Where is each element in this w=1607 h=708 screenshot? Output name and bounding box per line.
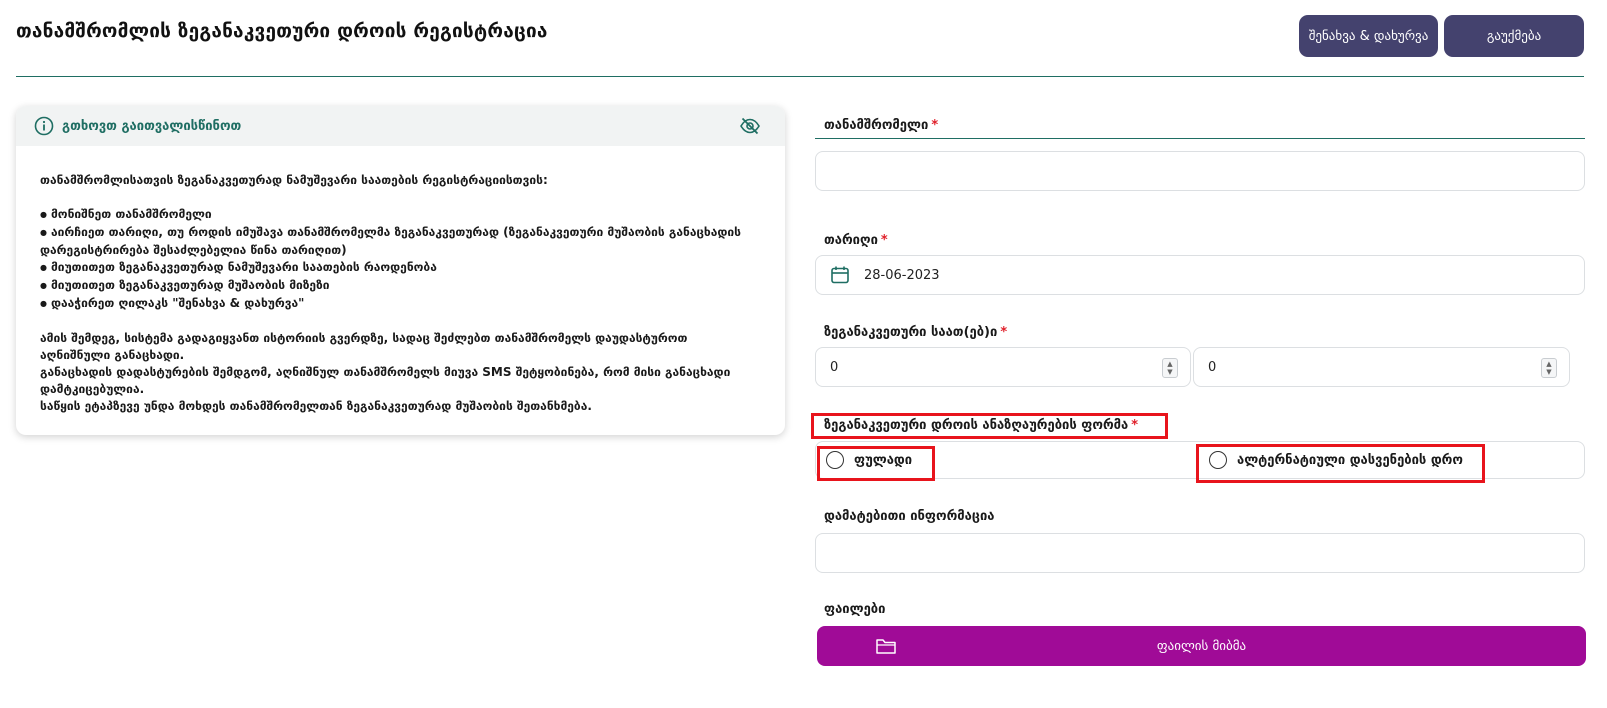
hours-label: ზეგანაკვეთური საათ(ებ)ი *: [824, 325, 1008, 340]
page-title: თანამშრომლის ზეგანაკვეთური დროის რეგისტრ…: [16, 20, 548, 42]
info-intro: თანამშრომლისათვის ზეგანაკვეთურად ნამუშევ…: [40, 173, 548, 187]
info-paragraph: ამის შემდეგ, სისტემა გადაგიყვანთ ისტორიი…: [40, 331, 688, 362]
required-mark: *: [1000, 325, 1008, 340]
minutes-input[interactable]: 0 ▲ ▼: [1193, 347, 1570, 387]
calendar-icon: [830, 265, 850, 285]
employee-select[interactable]: [815, 151, 1585, 191]
info-panel-body: თანამშრომლისათვის ზეგანაკვეთურად ნამუშევ…: [16, 146, 785, 415]
info-step: მონიშნეთ თანამშრომელი: [40, 206, 761, 224]
cancel-button[interactable]: გაუქმება: [1444, 15, 1584, 57]
info-step: აირჩიეთ თარიღი, თუ როდის იმუშავა თანამშრ…: [40, 224, 761, 259]
required-mark: *: [931, 118, 939, 133]
date-input[interactable]: 28-06-2023: [815, 255, 1585, 295]
hours-stepper-icon[interactable]: ▲ ▼: [1162, 358, 1178, 378]
attach-file-button[interactable]: ფაილის მიბმა: [817, 626, 1586, 666]
info-step: დააჭირეთ ღილაკს "შენახვა & დახურვა": [40, 295, 761, 313]
info-step: მიუთითეთ ზეგანაკვეთურად ნამუშევარი საათე…: [40, 259, 761, 277]
employee-label-underline: [815, 138, 1585, 139]
hours-input[interactable]: 0 ▲ ▼: [815, 347, 1191, 387]
extra-info-input[interactable]: [815, 533, 1585, 573]
extra-info-label: დამატებითი ინფორმაცია: [824, 509, 995, 524]
info-paragraph: განაცხადის დადასტურების შემდგომ, აღნიშნუ…: [40, 365, 731, 396]
date-label: თარიღი *: [824, 233, 888, 248]
required-mark: *: [880, 233, 888, 248]
info-paragraph: საწყის ეტაპზევე უნდა მოხდეს თანამშრომელთ…: [40, 399, 592, 413]
attach-file-label: ფაილის მიბმა: [1156, 638, 1247, 654]
save-close-button[interactable]: შენახვა & დახურვა: [1299, 15, 1438, 57]
highlight-compensation-label: [811, 413, 1168, 439]
title-divider: [16, 76, 1584, 77]
info-panel-title: გთხოვთ გაითვალისწინოთ: [62, 118, 242, 134]
date-value: 28-06-2023: [864, 267, 940, 283]
info-panel-header: გთხოვთ გაითვალისწინოთ: [16, 106, 785, 146]
eye-off-icon[interactable]: [739, 115, 761, 137]
info-panel: გთხოვთ გაითვალისწინოთ თანამშრომლისათვის …: [16, 106, 785, 435]
employee-label: თანამშრომელი *: [824, 118, 939, 133]
files-label: ფაილები: [824, 602, 886, 617]
info-steps: მონიშნეთ თანამშრომელი აირჩიეთ თარიღი, თუ…: [40, 206, 761, 313]
info-icon: [34, 116, 54, 136]
highlight-option-money: [817, 446, 935, 481]
highlight-option-alternative-rest: [1196, 444, 1485, 483]
folder-icon: [875, 636, 897, 656]
minutes-value: 0: [1208, 359, 1217, 375]
info-step: მიუთითეთ ზეგანაკვეთურად მუშაობის მიზეზი: [40, 277, 761, 295]
minutes-stepper-icon[interactable]: ▲ ▼: [1541, 358, 1557, 378]
hours-value: 0: [830, 359, 839, 375]
